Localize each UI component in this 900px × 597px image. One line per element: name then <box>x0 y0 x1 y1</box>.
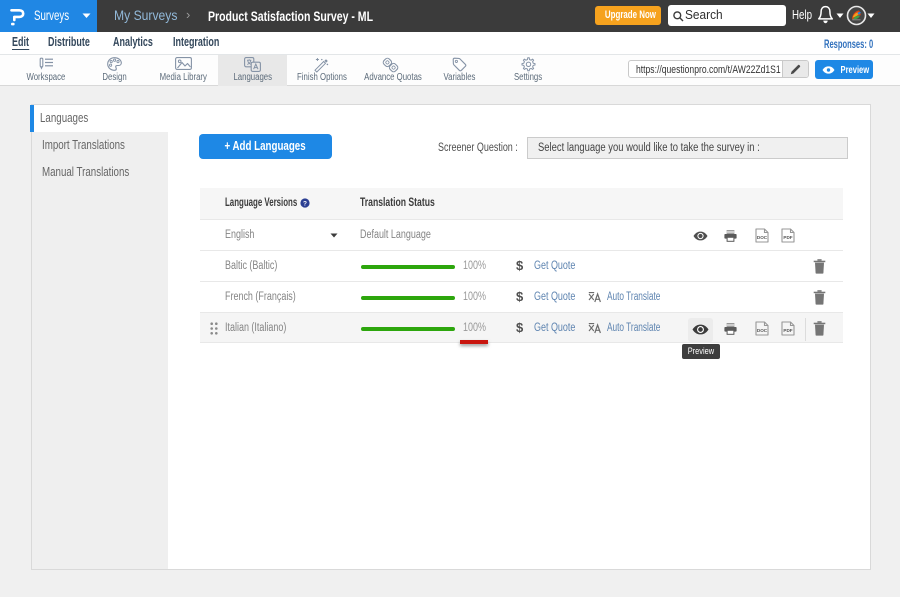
svg-text:DOC: DOC <box>757 235 768 240</box>
svg-text:PDF: PDF <box>783 328 792 333</box>
svg-text:DOC: DOC <box>757 328 768 333</box>
svg-text:?: ? <box>303 200 307 207</box>
svg-text:PDF: PDF <box>783 235 792 240</box>
